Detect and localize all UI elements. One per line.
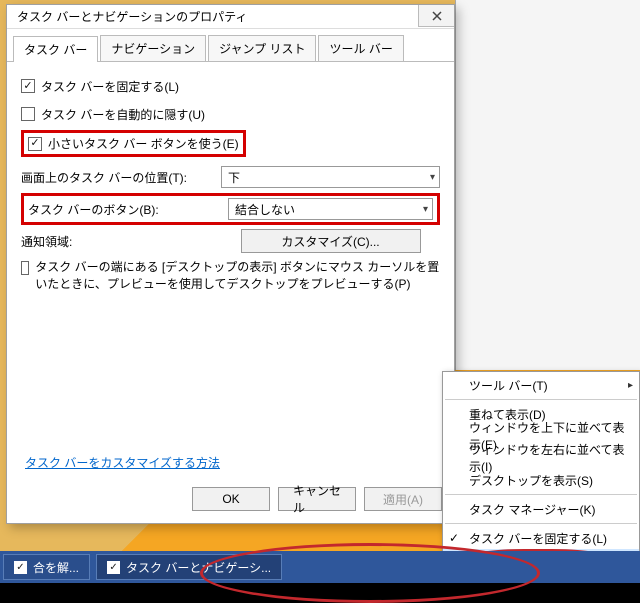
notify-label: 通知領域: [21, 233, 221, 250]
menu-toolbar[interactable]: ツール バー(T) [443, 374, 639, 396]
tab-taskbar[interactable]: タスク バー [13, 36, 98, 62]
menu-label: デスクトップを表示(S) [469, 472, 593, 489]
close-button[interactable] [418, 5, 454, 27]
tabstrip: タスク バー ナビゲーション ジャンプ リスト ツール バー [7, 29, 454, 62]
ok-label: OK [222, 492, 239, 506]
menu-label: タスク バーを固定する(L) [469, 530, 607, 547]
tab-label: ナビゲーション [111, 42, 195, 56]
small-buttons-label: 小さいタスク バー ボタンを使う(E) [48, 135, 239, 152]
menu-label: タスク マネージャー(K) [469, 501, 596, 518]
menu-task-manager[interactable]: タスク マネージャー(K) [443, 498, 639, 520]
cancel-button[interactable]: キャンセル [278, 487, 356, 511]
tab-label: ツール バー [329, 42, 392, 56]
highlight-buttons-row: タスク バーのボタン(B): 結合しない ▾ [21, 193, 440, 225]
lock-taskbar-label: タスク バーを固定する(L) [41, 78, 179, 95]
buttons-value: 結合しない [235, 201, 295, 218]
check-icon: ✓ [449, 531, 459, 545]
apply-button[interactable]: 適用(A) [364, 487, 442, 511]
taskbar-app-icon: ✓ [107, 561, 120, 574]
link-text: タスク バーをカスタマイズする方法 [25, 456, 220, 470]
tab-label: ジャンプ リスト [219, 42, 305, 56]
position-label: 画面上のタスク バーの位置(T): [21, 169, 221, 186]
taskbar-properties-dialog: タスク バーとナビゲーションのプロパティ タスク バー ナビゲーション ジャンプ… [6, 4, 455, 524]
window-title: タスク バーとナビゲーションのプロパティ [17, 8, 247, 25]
tab-navigation[interactable]: ナビゲーション [100, 35, 206, 61]
autohide-label: タスク バーを自動的に隠す(U) [41, 106, 205, 123]
customize-button[interactable]: カスタマイズ(C)... [241, 229, 421, 253]
menu-separator [445, 523, 637, 524]
taskbar-button-label: タスク バーとナビゲーシ... [126, 559, 271, 576]
dialog-button-bar: OK キャンセル 適用(A) [192, 487, 442, 511]
menu-separator [445, 399, 637, 400]
chevron-down-icon: ▾ [423, 204, 428, 215]
highlight-small-buttons: 小さいタスク バー ボタンを使う(E) [21, 130, 246, 157]
taskbar-button-2[interactable]: ✓ タスク バーとナビゲーシ... [96, 554, 282, 580]
menu-lock-taskbar[interactable]: ✓ タスク バーを固定する(L) [443, 527, 639, 549]
taskbar[interactable]: ✓ 合を解... ✓ タスク バーとナビゲーシ... [0, 551, 640, 583]
position-select[interactable]: 下 ▾ [221, 166, 440, 188]
chevron-down-icon: ▾ [430, 172, 435, 183]
customize-label: カスタマイズ(C)... [281, 233, 379, 250]
tab-toolbar[interactable]: ツール バー [318, 35, 403, 61]
taskbar-button-label: 合を解... [33, 559, 79, 576]
menu-show-desktop[interactable]: デスクトップを表示(S) [443, 469, 639, 491]
taskbar-app-icon: ✓ [14, 561, 27, 574]
position-value: 下 [228, 169, 240, 186]
buttons-select[interactable]: 結合しない ▾ [228, 198, 433, 220]
autohide-checkbox[interactable] [21, 107, 35, 121]
close-icon [432, 11, 442, 21]
taskbar-context-menu: ツール バー(T) 重ねて表示(D) ウィンドウを上下に並べて表示(E) ウィン… [442, 371, 640, 574]
buttons-label: タスク バーのボタン(B): [28, 201, 228, 218]
small-buttons-checkbox[interactable] [28, 137, 42, 151]
tab-jumplist[interactable]: ジャンプ リスト [208, 35, 316, 61]
menu-tile-horizontal[interactable]: ウィンドウを左右に並べて表示(I) [443, 447, 639, 469]
ok-button[interactable]: OK [192, 487, 270, 511]
peek-checkbox[interactable] [21, 261, 29, 275]
menu-label: ツール バー(T) [469, 377, 548, 394]
apply-label: 適用(A) [383, 491, 423, 508]
peek-label: タスク バーの端にある [デスクトップの表示] ボタンにマウス カーソルを置いた… [35, 259, 440, 293]
menu-separator [445, 494, 637, 495]
titlebar[interactable]: タスク バーとナビゲーションのプロパティ [7, 5, 454, 29]
cancel-label: キャンセル [293, 482, 341, 516]
taskbar-button-1[interactable]: ✓ 合を解... [3, 554, 90, 580]
customize-link[interactable]: タスク バーをカスタマイズする方法 [25, 454, 220, 471]
lock-taskbar-checkbox[interactable] [21, 79, 35, 93]
taskbar-pane: タスク バーを固定する(L) タスク バーを自動的に隠す(U) 小さいタスク バ… [7, 62, 454, 305]
tab-label: タスク バー [24, 43, 87, 57]
